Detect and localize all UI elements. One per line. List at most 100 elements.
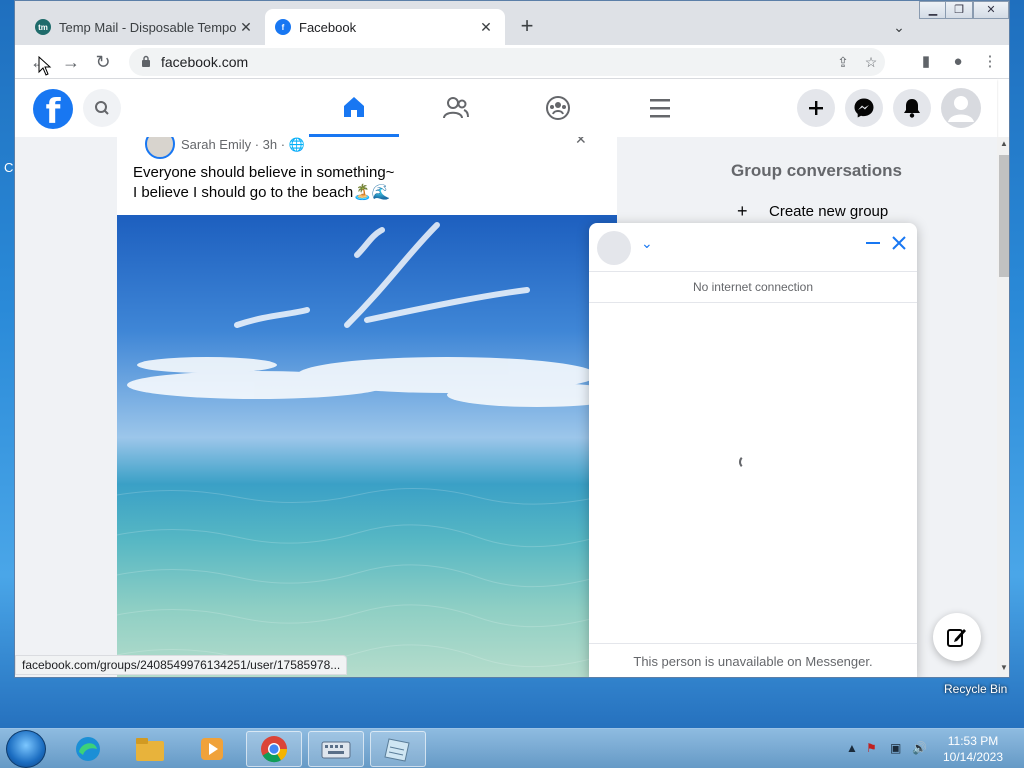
show-hidden-icons-chevron[interactable]: ▲	[846, 741, 858, 755]
post-text-line: Everyone should believe in something~	[133, 164, 395, 181]
volume-icon[interactable]: 🔊	[912, 741, 927, 755]
globe-icon: 🌐	[288, 137, 305, 152]
new-tab-button[interactable]: +	[515, 15, 539, 39]
messenger-button[interactable]	[845, 89, 883, 127]
browser-toolbar: ← → ↻ facebook.com ⇪ ☆ ▮ ● ⋮	[15, 45, 1009, 79]
notifications-button[interactable]	[893, 89, 931, 127]
clock-time: 11:53 PM	[947, 734, 999, 748]
taskbar-chrome[interactable]	[246, 731, 302, 767]
taskbar-edge[interactable]	[60, 731, 116, 767]
hamburger-menu-icon	[650, 99, 670, 118]
group-conversations-title: Group conversations	[731, 161, 902, 180]
profile-icon[interactable]: ●	[947, 51, 969, 73]
close-window-button[interactable]: ✕	[973, 1, 1009, 19]
create-new-group-link[interactable]: Create new group	[769, 203, 888, 220]
recycle-bin-label[interactable]: Recycle Bin	[944, 682, 1007, 696]
chat-contact-avatar[interactable]	[597, 231, 631, 265]
facebook-logo-icon[interactable]: f	[33, 89, 73, 132]
compose-icon	[947, 629, 966, 647]
keyboard-icon	[321, 741, 351, 759]
reload-button[interactable]: ↻	[91, 50, 115, 74]
mouse-cursor-icon	[38, 56, 52, 76]
account-avatar[interactable]	[941, 88, 981, 128]
post-photo-beach[interactable]	[117, 215, 617, 677]
edge-icon	[76, 737, 100, 761]
post-text-line: I believe I should go to the beach🏝️🌊	[133, 184, 391, 201]
system-clock[interactable]: 11:53 PM 10/14/2023	[938, 733, 1008, 765]
tab-title: Temp Mail - Disposable Temporar	[59, 19, 237, 35]
scroll-up-arrow-icon[interactable]: ▲	[1000, 139, 1008, 148]
tab-facebook[interactable]: f Facebook ✕	[265, 9, 505, 45]
meta-separator: ·	[280, 137, 289, 152]
scroll-down-arrow-icon[interactable]: ▼	[1000, 663, 1008, 672]
browser-window: tm Temp Mail - Disposable Temporar ✕ f F…	[14, 0, 1010, 678]
search-button[interactable]	[83, 89, 121, 127]
tab-search-chevron-icon[interactable]: ⌄	[887, 15, 911, 39]
new-message-button[interactable]	[933, 613, 981, 661]
nav-menu-tab[interactable]	[615, 79, 705, 137]
connection-status: No internet connection	[589, 271, 917, 303]
page-scrollbar[interactable]: ▲ ▼	[997, 137, 1009, 677]
home-icon	[344, 96, 364, 117]
folder-icon	[136, 738, 164, 761]
post-author-avatar[interactable]	[145, 137, 175, 159]
user-avatar-icon	[948, 96, 974, 122]
share-icon[interactable]: ⇪	[833, 52, 853, 72]
create-button[interactable]	[797, 89, 835, 127]
bookmark-star-icon[interactable]: ☆	[861, 52, 881, 72]
tab-title: Facebook	[299, 19, 357, 35]
post-meta: Sarah Emily · 3h · 🌐	[181, 137, 305, 153]
taskbar-media-player[interactable]	[184, 731, 240, 767]
temp-mail-icon: tm	[35, 19, 51, 35]
facebook-header: f	[15, 79, 997, 137]
scrollbar-thumb[interactable]	[999, 155, 1009, 277]
chevron-down-icon[interactable]: ⌄	[641, 235, 653, 252]
link-hover-status: facebook.com/groups/2408549976134251/use…	[15, 655, 348, 675]
nav-home-tab[interactable]	[309, 79, 399, 137]
minimize-chat-icon[interactable]	[863, 233, 883, 253]
taskbar-file-explorer[interactable]	[122, 731, 178, 767]
forward-button[interactable]: →	[59, 50, 83, 74]
tab-strip: tm Temp Mail - Disposable Temporar ✕ f F…	[15, 1, 1009, 45]
address-bar[interactable]: facebook.com ⇪ ☆	[129, 48, 885, 76]
tab-temp-mail[interactable]: tm Temp Mail - Disposable Temporar ✕	[25, 9, 265, 45]
media-player-icon	[201, 738, 223, 760]
start-button[interactable]	[6, 730, 46, 768]
url-text: facebook.com	[161, 54, 249, 70]
dismiss-post-icon[interactable]: ✕	[575, 137, 587, 148]
post-time[interactable]: 3h	[263, 137, 277, 152]
messenger-chat-window: ⌄ No internet connection This person is …	[589, 223, 917, 677]
desktop-icon-fragment: C	[4, 160, 14, 175]
post-author-name[interactable]: Sarah Emily	[181, 137, 251, 152]
clock-date: 10/14/2023	[942, 750, 1004, 764]
chat-unavailable-notice: This person is unavailable on Messenger.	[589, 643, 917, 677]
lock-icon	[142, 55, 150, 67]
post-text: Everyone should believe in something~ I …	[133, 163, 394, 203]
meta-separator: ·	[254, 137, 263, 152]
close-tab-icon[interactable]: ✕	[237, 19, 255, 36]
nav-groups-tab[interactable]	[513, 79, 603, 137]
windows-taskbar: ▲ ⚑ ▣ 🔊 11:53 PM 10/14/2023	[0, 728, 1024, 768]
groups-icon	[546, 96, 570, 120]
beach-photo-art	[117, 222, 617, 668]
network-icon[interactable]: ▣	[890, 741, 901, 755]
action-center-flag-icon[interactable]: ⚑	[866, 741, 877, 755]
taskbar-notepad[interactable]	[370, 731, 426, 767]
side-panel-icon[interactable]: ▮	[915, 51, 937, 73]
close-tab-icon[interactable]: ✕	[477, 19, 495, 36]
search-icon	[95, 101, 109, 115]
plus-icon[interactable]: +	[737, 201, 748, 222]
messenger-icon	[854, 98, 874, 118]
notepad-icon	[384, 738, 410, 762]
loading-spinner-icon	[739, 455, 753, 469]
chrome-icon	[261, 736, 288, 763]
nav-friends-tab[interactable]	[411, 79, 501, 137]
friends-icon	[443, 97, 469, 119]
close-chat-icon[interactable]	[889, 233, 909, 253]
maximize-button[interactable]: ❐	[945, 1, 973, 19]
taskbar-on-screen-keyboard[interactable]	[308, 731, 364, 767]
feed-post: Sarah Emily · 3h · 🌐 ✕ Everyone should b…	[117, 137, 617, 677]
bell-icon	[904, 99, 920, 118]
menu-kebab-icon[interactable]: ⋮	[979, 51, 1001, 73]
minimize-button[interactable]: ▁	[919, 1, 947, 19]
